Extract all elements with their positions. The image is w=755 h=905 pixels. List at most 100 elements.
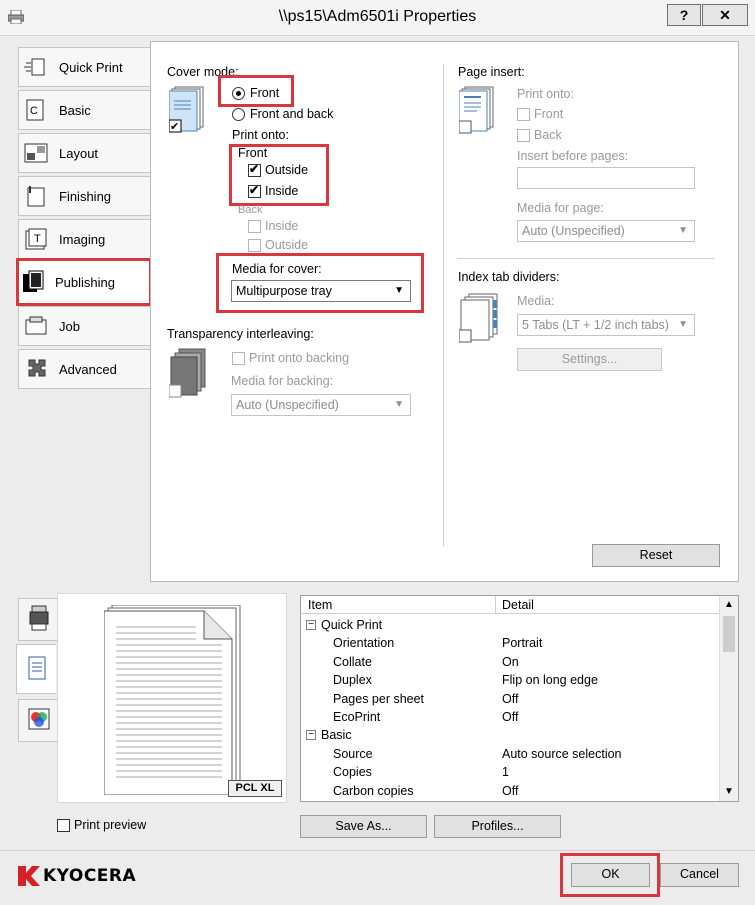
collapse-icon[interactable]: − (306, 730, 316, 741)
table-row[interactable]: Copies 1 (301, 763, 719, 781)
index-tab-illustration-icon (458, 292, 505, 347)
media-for-cover-select[interactable]: Multipurpose tray ▼ (231, 280, 411, 302)
tab-label: Quick Print (59, 59, 123, 75)
insert-before-pages-input[interactable] (517, 167, 695, 189)
transparency-illustration-icon (168, 347, 209, 402)
media-for-backing-select[interactable]: Auto (Unspecified) ▼ (231, 394, 411, 416)
index-media-select[interactable]: 5 Tabs (LT + 1/2 inch tabs) ▼ (517, 314, 695, 336)
page-insert-front-checkbox[interactable] (517, 108, 530, 121)
publishing-icon (21, 270, 47, 294)
tab-imaging[interactable]: T Imaging (18, 219, 150, 259)
profiles-button[interactable]: Profiles... (434, 815, 561, 838)
tab-quick-print[interactable]: Quick Print (18, 47, 150, 87)
row-detail: Flip on long edge (502, 673, 598, 688)
color-icon (28, 708, 50, 733)
tab-job[interactable]: Job (18, 306, 150, 346)
tab-label: Layout (59, 145, 99, 161)
tab-advanced[interactable]: Advanced (18, 349, 150, 389)
row-item: Basic (321, 728, 352, 743)
inside-checkbox[interactable] (248, 183, 261, 198)
print-onto-backing-checkbox[interactable] (232, 352, 245, 365)
column-header-detail: Detail (502, 598, 534, 612)
printer-device-icon (29, 605, 49, 634)
table-group-row[interactable]: − Quick Print (301, 616, 719, 634)
pcl-xl-badge: PCL XL (228, 780, 282, 797)
scrollbar-thumb[interactable] (723, 616, 735, 652)
document-icon (28, 656, 46, 683)
print-preview-label: Print preview (74, 818, 147, 832)
job-icon (23, 314, 49, 338)
print-onto-backing-label: Print onto backing (249, 351, 350, 365)
table-row[interactable]: Carbon copies Off (301, 782, 719, 800)
basic-icon: C (23, 98, 49, 122)
row-detail: Auto source selection (502, 746, 622, 761)
column-separator (495, 596, 496, 614)
svg-text:✔: ✔ (170, 120, 179, 133)
cancel-button[interactable]: Cancel (660, 863, 739, 887)
save-as-button[interactable]: Save As... (300, 815, 427, 838)
settings-summary-table[interactable]: Item Detail − Quick Print Orientation Portr… (300, 595, 739, 802)
row-detail: Off (502, 710, 519, 724)
media-for-page-select[interactable]: Auto (Unspecified) ▼ (517, 220, 695, 242)
media-for-page-value: Auto (Unspecified) (522, 224, 625, 238)
table-row[interactable]: Collate On (301, 653, 719, 671)
page-preview-icon (104, 605, 241, 795)
table-row[interactable]: Pages per sheet Off (301, 690, 719, 708)
chevron-down-icon: ▼ (394, 399, 404, 410)
tab-layout[interactable]: Layout (18, 133, 150, 173)
kyocera-logo: KYOCERA (18, 866, 136, 886)
index-media-label: Media: (517, 294, 555, 308)
row-detail: Off (502, 691, 519, 706)
index-tab-dividers-label: Index tab dividers: (458, 270, 560, 284)
chevron-down-icon: ▼ (678, 225, 688, 236)
brand-name: KYOCERA (43, 866, 137, 886)
chevron-up-icon[interactable]: ▲ (724, 599, 734, 610)
tab-publishing[interactable]: Publishing (16, 258, 152, 306)
media-for-cover-label: Media for cover: (232, 262, 322, 276)
page-insert-back-label: Back (534, 128, 562, 142)
chevron-down-icon[interactable]: ▼ (724, 786, 734, 797)
tab-summary[interactable] (16, 644, 56, 694)
transparency-label: Transparency interleaving: (167, 327, 314, 341)
media-for-backing-label: Media for backing: (231, 374, 334, 388)
table-row[interactable]: Duplex Flip on long edge (301, 671, 719, 689)
row-item: Orientation (333, 636, 395, 651)
reset-button[interactable]: Reset (592, 544, 720, 567)
table-row[interactable]: Orientation Portrait (301, 634, 719, 652)
print-preview-checkbox[interactable] (57, 819, 70, 832)
page-insert-back-checkbox[interactable] (517, 129, 530, 142)
tab-label: Imaging (59, 231, 106, 247)
tab-basic[interactable]: C Basic (18, 90, 150, 130)
tab-device[interactable] (18, 598, 58, 641)
front-group-label: Front (238, 146, 268, 160)
table-row[interactable]: Source Auto source selection (301, 745, 719, 763)
row-item: Duplex (333, 673, 372, 688)
inside-label: Inside (265, 184, 299, 198)
footer-divider (0, 850, 755, 851)
section-divider (443, 64, 444, 546)
row-item: EcoPrint (333, 710, 381, 724)
imaging-icon: T (23, 227, 49, 251)
outside-checkbox[interactable] (248, 162, 261, 177)
kyocera-logo-icon (18, 866, 40, 886)
close-button[interactable]: ✕ (702, 4, 748, 26)
front-radio[interactable] (232, 87, 245, 100)
help-button[interactable]: ? (667, 4, 701, 26)
index-settings-button[interactable]: Settings... (517, 348, 662, 371)
chevron-down-icon: ▼ (394, 285, 404, 296)
tab-label: Basic (59, 102, 91, 118)
row-item: Collate (333, 654, 372, 669)
media-for-page-label: Media for page: (517, 201, 604, 215)
scrollbar[interactable]: ▲ ▼ (719, 596, 738, 801)
table-row[interactable]: EcoPrint Off (301, 708, 719, 726)
tab-color[interactable] (18, 699, 58, 742)
tab-finishing[interactable]: Finishing (18, 176, 150, 216)
ok-button[interactable]: OK (571, 863, 650, 887)
tab-label: Advanced (59, 361, 117, 377)
table-group-row[interactable]: − Basic (301, 726, 719, 744)
front-and-back-radio[interactable] (232, 108, 245, 121)
back-outside-checkbox[interactable] (248, 239, 261, 252)
back-inside-checkbox[interactable] (248, 220, 261, 233)
print-onto-label: Print onto: (232, 128, 289, 142)
collapse-icon[interactable]: − (306, 620, 316, 630)
